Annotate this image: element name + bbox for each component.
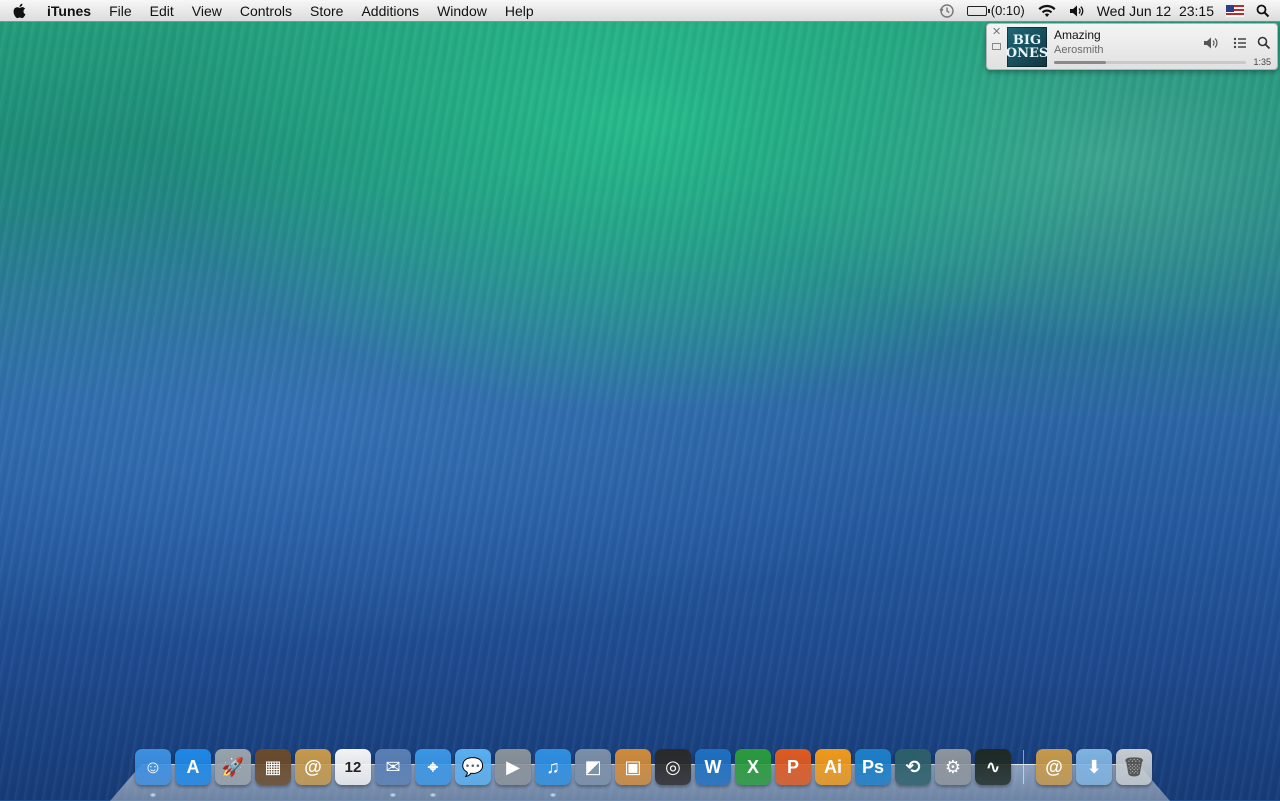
spotlight-icon[interactable] bbox=[1256, 4, 1270, 18]
close-icon[interactable]: ✕ bbox=[992, 27, 1001, 38]
dock-item-app-store[interactable]: A bbox=[175, 749, 211, 785]
address-book-icon: @ bbox=[1045, 756, 1063, 777]
excel-icon: X bbox=[746, 756, 759, 777]
time-machine-icon[interactable] bbox=[939, 3, 955, 19]
time-machine-icon: ⟲ bbox=[905, 756, 921, 777]
menu-controls[interactable]: Controls bbox=[231, 0, 301, 22]
dock-item-contacts-stack[interactable]: @ bbox=[1036, 749, 1072, 785]
dock-item-mail-stamp[interactable]: ✉ bbox=[375, 749, 411, 797]
safari-icon: ⌖ bbox=[427, 756, 439, 777]
dock-separator bbox=[1023, 750, 1024, 784]
stamp-icon: ✉ bbox=[385, 756, 401, 777]
menu-app-name[interactable]: iTunes bbox=[38, 0, 100, 22]
volume-icon[interactable] bbox=[1069, 4, 1085, 18]
rocket-icon: 🚀 bbox=[221, 756, 245, 777]
messages-icon: 💬 bbox=[461, 756, 485, 777]
dock-item-aperture[interactable]: ◎ bbox=[655, 749, 691, 785]
desktop-wallpaper bbox=[0, 0, 1280, 800]
running-indicator bbox=[390, 793, 396, 797]
aperture-icon: ◎ bbox=[665, 756, 681, 777]
calendar-icon: 12 bbox=[344, 758, 362, 776]
dock-item-contacts[interactable]: @ bbox=[295, 749, 331, 785]
track-artist: Aerosmith bbox=[1054, 44, 1104, 56]
dock-item-powerpoint[interactable]: P bbox=[775, 749, 811, 785]
expand-player-icon[interactable] bbox=[992, 43, 1001, 50]
dock-item-excel[interactable]: X bbox=[735, 749, 771, 785]
running-indicator bbox=[150, 793, 156, 797]
menu-edit[interactable]: Edit bbox=[141, 0, 183, 22]
search-icon[interactable] bbox=[1257, 36, 1271, 55]
photo-booth-icon: ▦ bbox=[264, 756, 282, 777]
folder-icon: ⬇ bbox=[1086, 756, 1102, 777]
dock-item-photoshop[interactable]: Ps bbox=[855, 749, 891, 785]
dock-item-word[interactable]: W bbox=[695, 749, 731, 785]
dock-item-system-preferences[interactable]: ⚙ bbox=[935, 749, 971, 785]
dock-item-safari[interactable]: ⌖ bbox=[415, 749, 451, 797]
gear-icon: ⚙ bbox=[944, 756, 962, 777]
track-title: Amazing bbox=[1054, 28, 1101, 42]
menu-view[interactable]: View bbox=[183, 0, 231, 22]
us-flag-icon[interactable] bbox=[1226, 4, 1244, 17]
dock-item-calendar[interactable]: 12 bbox=[335, 749, 371, 785]
battery-status[interactable]: (0:10) bbox=[966, 3, 1025, 18]
dock-item-activity-monitor[interactable]: ∿ bbox=[975, 749, 1011, 785]
iphoto-icon: ▣ bbox=[624, 756, 642, 777]
dock: ☺ A 🚀 ▦ @12 ✉ ⌖ 💬 ▶ ♫ ◩ ▣ ◎ W X P Ai Ps ⟲ ⚙ ∿ @ ⬇ 🗑 bbox=[135, 749, 1152, 797]
menu-clock[interactable]: Wed Jun 12 23:15 bbox=[1097, 3, 1214, 19]
running-indicator bbox=[430, 793, 436, 797]
contacts-icon: @ bbox=[304, 756, 322, 777]
menu-help[interactable]: Help bbox=[496, 0, 543, 22]
album-artwork[interactable]: BIG ONES bbox=[1006, 27, 1048, 67]
dock-item-downloads-folder[interactable]: ⬇ bbox=[1076, 749, 1112, 785]
battery-time: (0:10) bbox=[990, 3, 1025, 18]
battery-icon bbox=[966, 5, 990, 16]
dock-item-itunes[interactable]: ♫ bbox=[535, 749, 571, 797]
itunes-icon: ♫ bbox=[546, 756, 560, 777]
menu-window[interactable]: Window bbox=[428, 0, 496, 22]
dock-item-iphoto[interactable]: ▣ bbox=[615, 749, 651, 785]
menu-bar: iTunes File Edit View Controls Store Add… bbox=[0, 0, 1280, 22]
playback-progress-bar[interactable] bbox=[1054, 61, 1246, 64]
facetime-icon: ▶ bbox=[506, 756, 520, 777]
running-indicator bbox=[550, 793, 556, 797]
apple-logo-icon[interactable] bbox=[0, 0, 38, 22]
dock-item-photo-booth[interactable]: ▦ bbox=[255, 749, 291, 785]
dock-item-preview[interactable]: ◩ bbox=[575, 749, 611, 785]
dock-item-finder[interactable]: ☺ bbox=[135, 749, 171, 797]
itunes-mini-player[interactable]: ✕ BIG ONES Amazing Aerosmith 1:35 bbox=[986, 23, 1278, 70]
preview-icon: ◩ bbox=[584, 756, 602, 777]
menu-store[interactable]: Store bbox=[301, 0, 352, 22]
dock-item-illustrator[interactable]: Ai bbox=[815, 749, 851, 785]
elapsed-time: 1:35 bbox=[1253, 57, 1271, 67]
word-icon: W bbox=[704, 756, 722, 777]
powerpoint-icon: P bbox=[786, 756, 799, 777]
activity-monitor-icon: ∿ bbox=[985, 756, 1001, 777]
volume-icon[interactable] bbox=[1203, 36, 1221, 55]
illustrator-icon: Ai bbox=[824, 756, 842, 777]
dock-item-launchpad[interactable]: 🚀 bbox=[215, 749, 251, 785]
playback-progress-fill bbox=[1054, 61, 1106, 64]
dock-item-trash[interactable]: 🗑 bbox=[1116, 749, 1152, 785]
dock-item-time-machine[interactable]: ⟲ bbox=[895, 749, 931, 785]
menu-file[interactable]: File bbox=[100, 0, 141, 22]
up-next-list-icon[interactable] bbox=[1233, 36, 1247, 55]
trash-icon: 🗑 bbox=[1122, 756, 1146, 777]
menu-additions[interactable]: Additions bbox=[352, 0, 428, 22]
finder-icon: ☺ bbox=[143, 756, 163, 777]
dock-item-messages[interactable]: 💬 bbox=[455, 749, 491, 785]
app-store-icon: A bbox=[186, 756, 200, 777]
dock-item-facetime[interactable]: ▶ bbox=[495, 749, 531, 785]
wifi-icon[interactable] bbox=[1037, 4, 1057, 18]
photoshop-icon: Ps bbox=[861, 756, 885, 777]
